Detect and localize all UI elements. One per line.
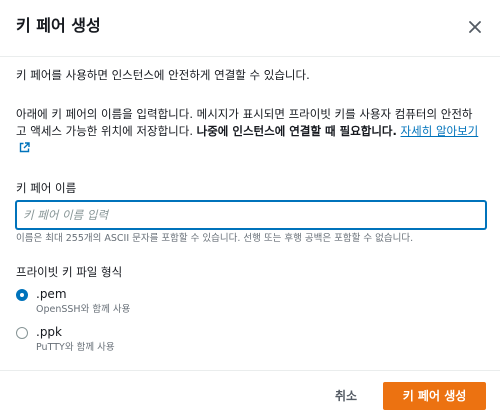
key-name-label: 키 페어 이름 xyxy=(16,181,77,195)
learn-more-link[interactable]: 자세히 알아보기 xyxy=(401,124,479,138)
external-link-icon xyxy=(19,142,30,153)
radio-desc-ppk: PuTTY와 함께 사용 xyxy=(36,342,115,353)
radio-desc-pem: OpenSSH와 함께 사용 xyxy=(36,304,131,315)
radio-option-ppk[interactable]: .ppk PuTTY와 함께 사용 xyxy=(16,324,115,355)
cancel-button[interactable]: 취소 xyxy=(327,383,365,409)
radio-button-pem[interactable] xyxy=(16,289,28,301)
dialog-title: 키 페어 생성 xyxy=(16,16,101,35)
key-name-hint: 이름은 최대 255개의 ASCII 문자를 포함할 수 있습니다. 선행 또는… xyxy=(16,233,414,244)
create-key-pair-button[interactable]: 키 페어 생성 xyxy=(383,382,486,410)
instructions-text: 아래에 키 페어의 이름을 입력합니다. 메시지가 표시되면 프라이빗 키를 사… xyxy=(16,106,482,157)
close-button[interactable] xyxy=(462,14,488,40)
radio-text-pem: .pem OpenSSH와 함께 사용 xyxy=(36,286,130,317)
radio-text-ppk: .ppk PuTTY와 함께 사용 xyxy=(36,324,115,355)
radio-option-pem[interactable]: .pem OpenSSH와 함께 사용 xyxy=(16,286,130,317)
key-name-input[interactable] xyxy=(16,201,486,229)
instructions-bold: 나중에 인스턴스에 연결할 때 필요합니다. xyxy=(196,124,397,138)
create-key-pair-dialog: 키 페어 생성 키 페어를 사용하면 인스턴스에 안전하게 연결할 수 있습니다… xyxy=(0,0,500,419)
learn-more-label: 자세히 알아보기 xyxy=(400,124,479,138)
dialog-header: 키 페어 생성 xyxy=(0,0,500,57)
intro-text: 키 페어를 사용하면 인스턴스에 안전하게 연결할 수 있습니다. xyxy=(16,68,310,82)
file-format-label: 프라이빗 키 파일 형식 xyxy=(16,265,123,279)
close-icon xyxy=(469,21,481,33)
radio-button-ppk[interactable] xyxy=(16,327,28,339)
radio-title-ppk: .ppk xyxy=(36,325,62,339)
radio-title-pem: .pem xyxy=(36,287,67,301)
